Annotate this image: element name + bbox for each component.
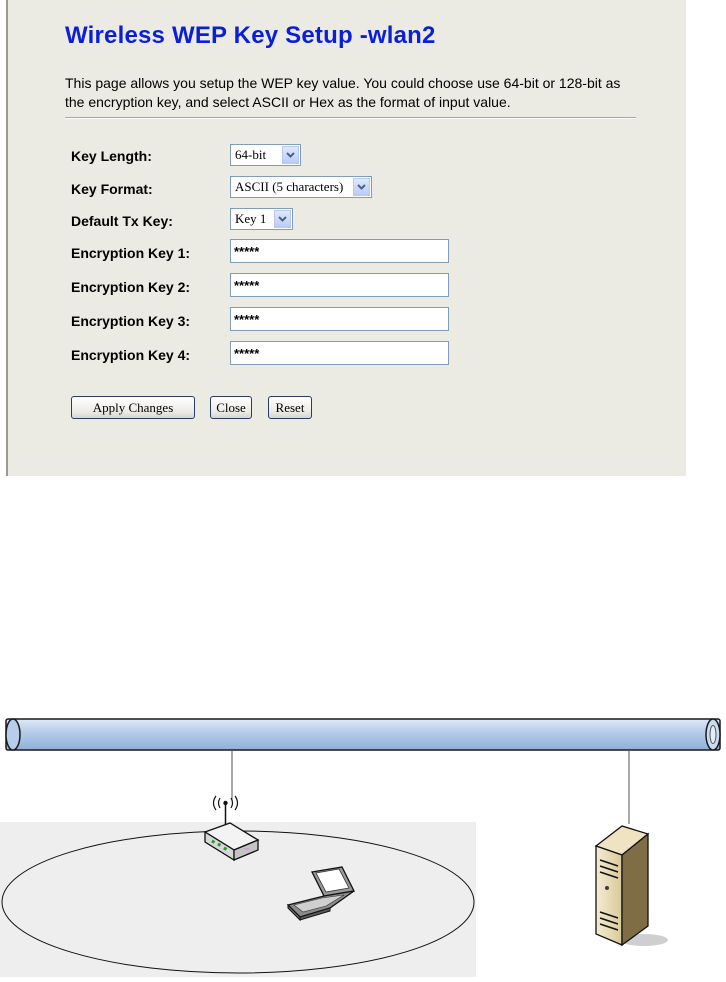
encryption-key-4-label: Encryption Key 4: [71, 347, 191, 363]
divider [65, 117, 636, 119]
page-title: Wireless WEP Key Setup -wlan2 [65, 22, 436, 49]
reset-button[interactable]: Reset [268, 396, 312, 419]
encryption-key-1-label: Encryption Key 1: [71, 245, 191, 261]
encryption-key-1-input[interactable] [230, 239, 449, 263]
wep-setup-panel: Wireless WEP Key Setup -wlan2 This page … [6, 0, 686, 476]
chevron-down-icon[interactable] [282, 146, 299, 164]
default-tx-key-select[interactable]: Key 1 [230, 208, 293, 230]
default-tx-key-value: Key 1 [235, 211, 267, 226]
close-button[interactable]: Close [210, 396, 252, 419]
key-length-label: Key Length: [71, 148, 152, 164]
default-tx-key-label: Default Tx Key: [71, 213, 173, 229]
network-diagram [0, 690, 726, 977]
encryption-key-4-input[interactable] [230, 341, 449, 365]
encryption-key-3-input[interactable] [230, 307, 449, 331]
encryption-key-2-input[interactable] [230, 273, 449, 297]
encryption-key-2-label: Encryption Key 2: [71, 279, 191, 295]
key-format-select[interactable]: ASCII (5 characters) [230, 176, 372, 198]
chevron-down-icon[interactable] [353, 178, 370, 196]
apply-changes-button[interactable]: Apply Changes [71, 396, 195, 419]
server-icon [594, 825, 668, 947]
network-backbone-icon [5, 718, 721, 751]
key-format-value: ASCII (5 characters) [235, 179, 344, 194]
page-description: This page allows you setup the WEP key v… [65, 75, 621, 110]
chevron-down-icon[interactable] [274, 210, 291, 228]
key-format-label: Key Format: [71, 181, 153, 197]
key-length-value: 64-bit [235, 147, 267, 162]
key-length-select[interactable]: 64-bit [230, 144, 301, 166]
encryption-key-3-label: Encryption Key 3: [71, 313, 191, 329]
